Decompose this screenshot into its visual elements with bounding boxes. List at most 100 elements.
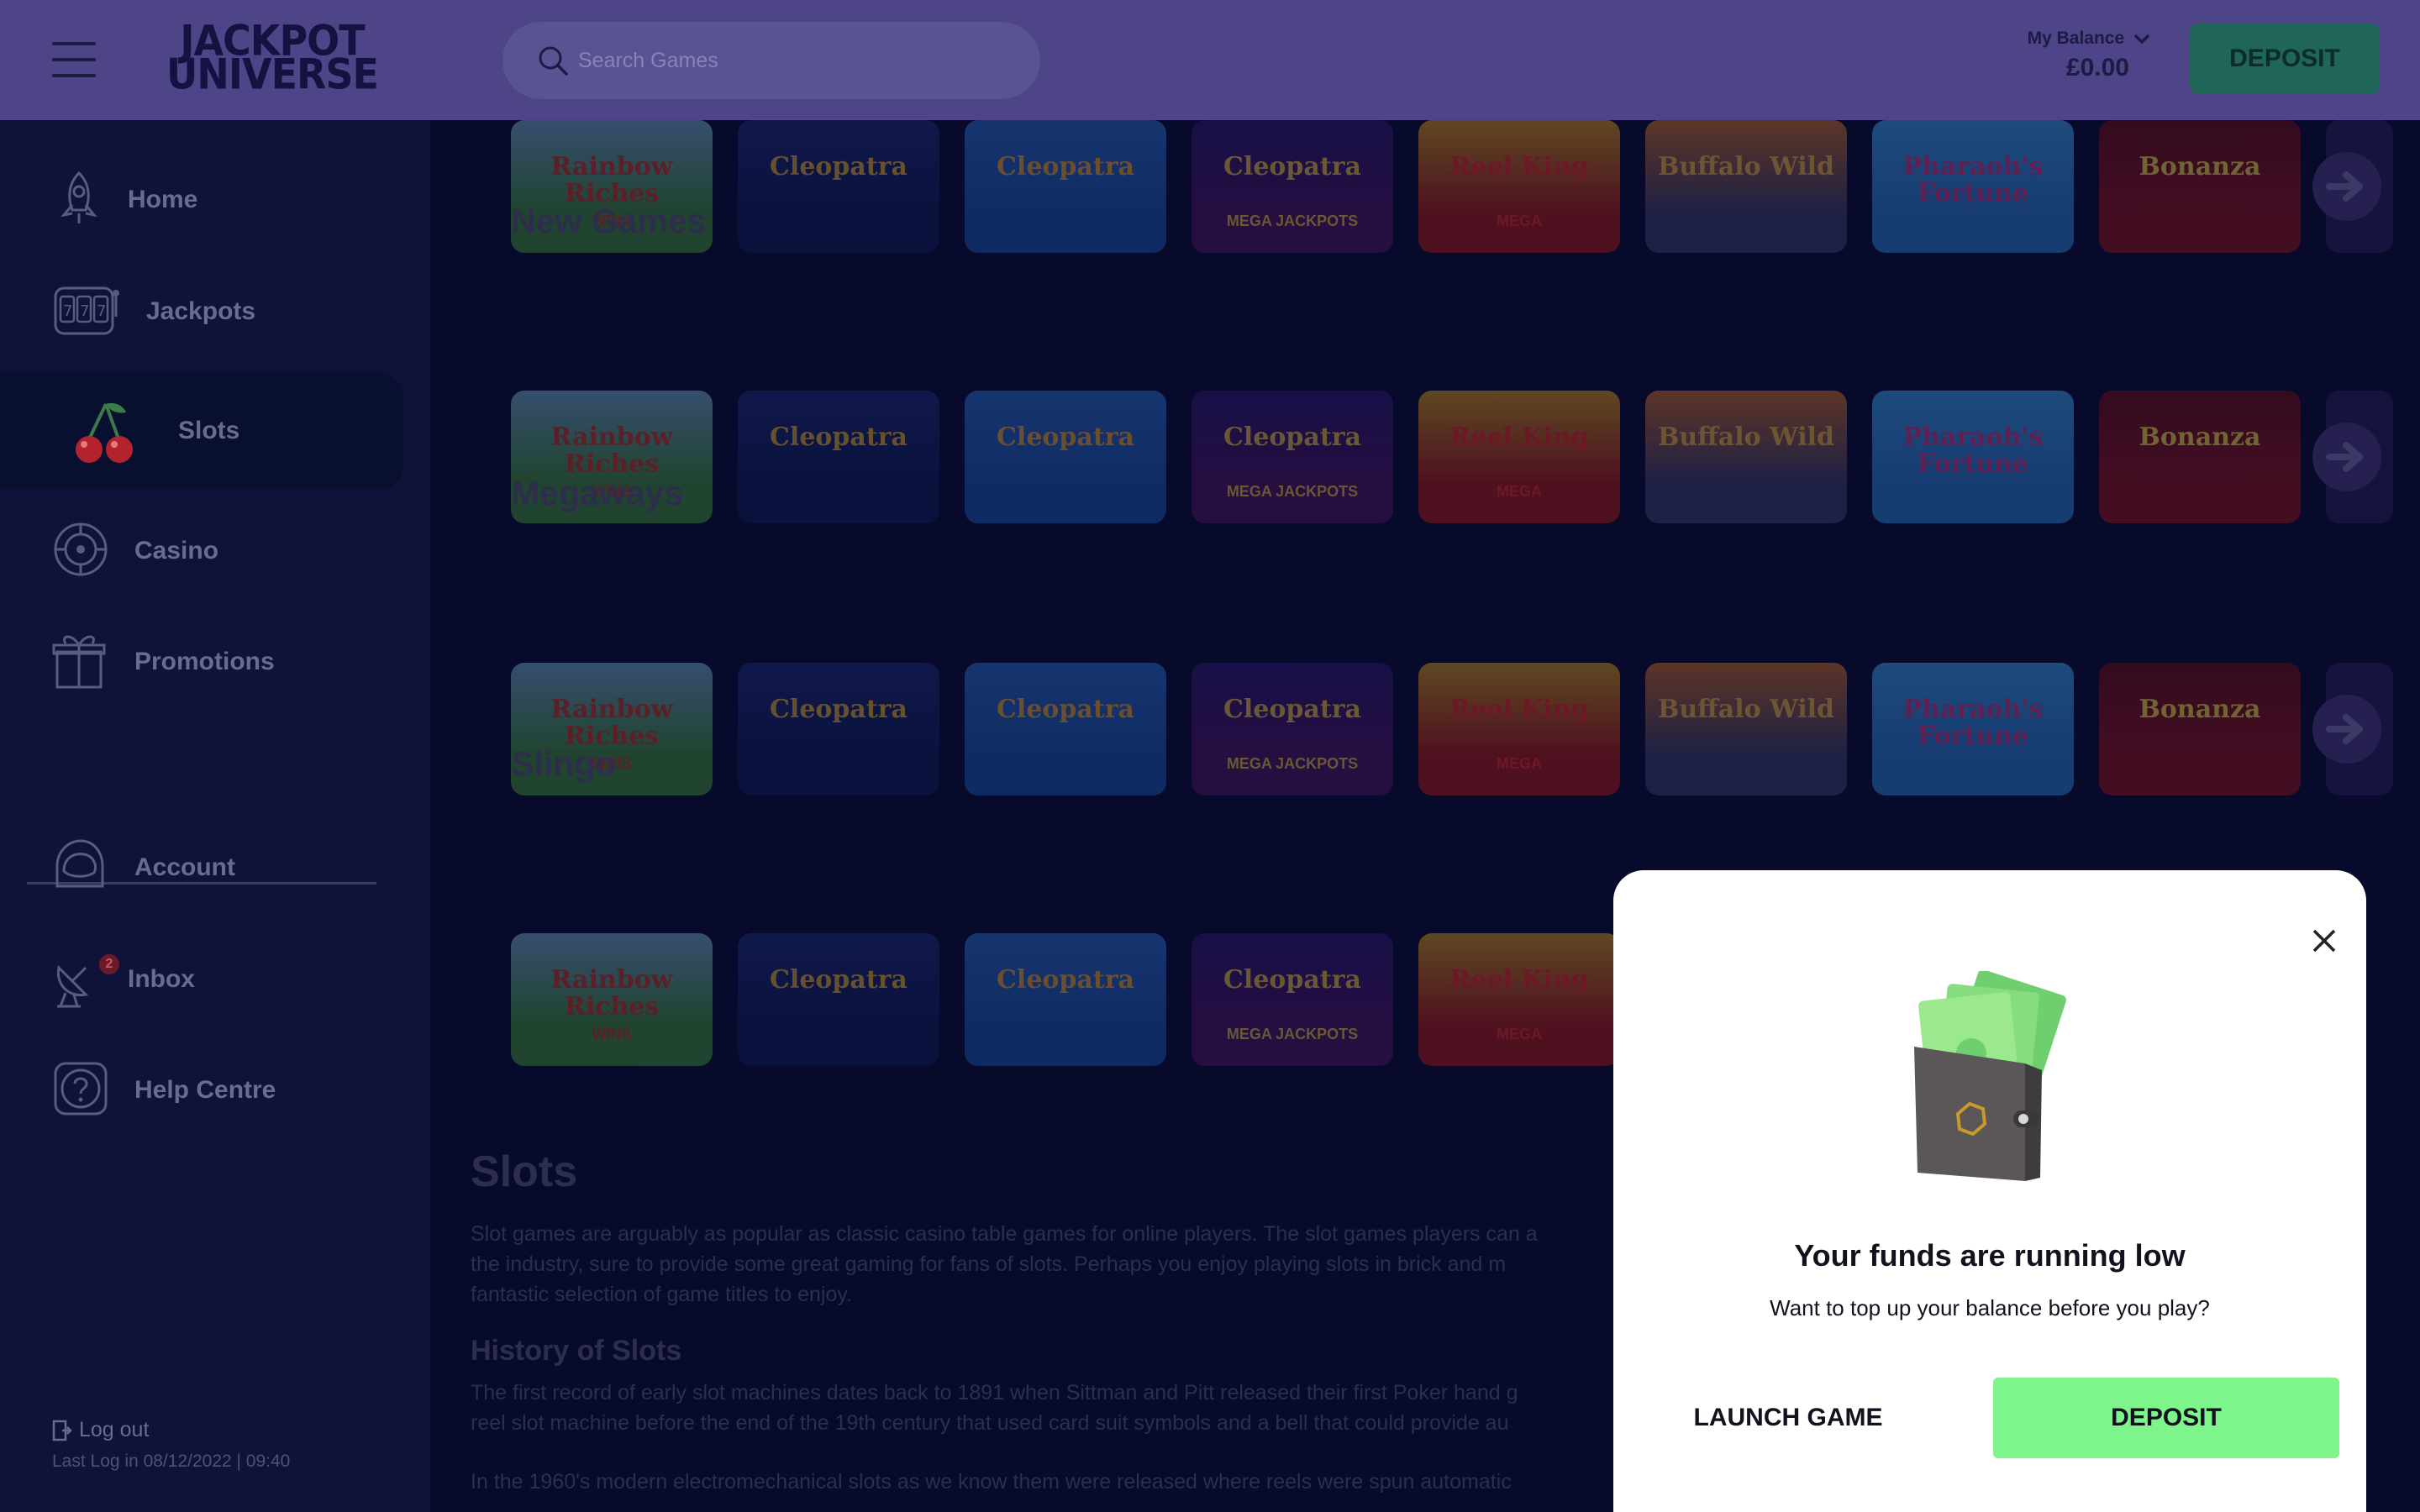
search-input[interactable] <box>578 48 1015 73</box>
game-title: Cleopatra <box>1223 695 1361 724</box>
game-tile[interactable]: Cleopatra <box>965 663 1166 795</box>
game-tile[interactable]: Cleopatra <box>965 391 1166 523</box>
sidebar-item-jackpots[interactable]: 777 Jackpots <box>0 253 403 370</box>
svg-text:7: 7 <box>80 302 89 320</box>
top-header: JACKPOT UNIVERSE My Balance £0.00 DEPOSI… <box>0 0 2420 120</box>
arrow-right-icon <box>2326 714 2363 744</box>
game-tile[interactable]: Cleopatra <box>738 120 939 253</box>
game-tile[interactable]: Pharaoh's Fortune <box>1872 391 2074 523</box>
game-tile[interactable]: Buffalo Wild <box>1645 391 1847 523</box>
game-title: Reel King <box>1449 423 1589 452</box>
game-tile[interactable]: Rainbow Riches WINS <box>511 933 713 1066</box>
game-title: Rainbow Riches <box>550 965 673 1021</box>
sidebar-item-label: Casino <box>134 537 219 564</box>
cherries-icon <box>76 402 133 463</box>
game-tile[interactable]: Reel King MEGA <box>1418 933 1620 1066</box>
game-subtitle: MEGA JACKPOTS <box>1226 213 1359 229</box>
game-subtitle: MEGA <box>1497 483 1542 500</box>
sidebar-item-help-centre[interactable]: Help Centre <box>0 1032 403 1149</box>
game-title: Cleopatra <box>997 965 1134 995</box>
game-title: Pharaoh's Fortune <box>1902 695 2044 751</box>
menu-icon[interactable] <box>52 42 96 77</box>
sidebar-item-home[interactable]: Home <box>0 141 403 259</box>
game-title: Buffalo Wild <box>1657 423 1834 452</box>
sidebar: Home 777 Jackpots Slots Casino Promotion… <box>0 120 430 1512</box>
game-tile[interactable]: Reel King MEGA <box>1418 120 1620 253</box>
rocket-icon <box>60 171 97 223</box>
carousel-next-button[interactable] <box>2312 695 2381 764</box>
game-tile[interactable]: Bonanza <box>2099 391 2301 523</box>
game-title: Pharaoh's Fortune <box>1902 152 2044 208</box>
game-subtitle: MEGA <box>1497 1026 1542 1042</box>
game-title: Cleopatra <box>997 152 1134 181</box>
carousel-next-button[interactable] <box>2312 423 2381 491</box>
game-tile[interactable]: Reel King MEGA <box>1418 391 1620 523</box>
game-tile[interactable]: Buffalo Wild <box>1645 120 1847 253</box>
search-icon <box>539 46 568 76</box>
logout-label: Log out <box>79 1418 150 1441</box>
game-tile[interactable]: Cleopatra MEGA JACKPOTS <box>1192 120 1393 253</box>
sidebar-item-casino[interactable]: Casino <box>0 492 403 610</box>
sidebar-item-label: Home <box>128 186 198 213</box>
sidebar-item-label: Slots <box>178 417 240 444</box>
sidebar-item-label: Inbox <box>128 965 195 993</box>
balance-label: My Balance <box>2027 29 2125 48</box>
game-tile[interactable]: Pharaoh's Fortune <box>1872 663 2074 795</box>
game-title: Cleopatra <box>1223 152 1361 181</box>
close-icon[interactable] <box>2307 924 2341 958</box>
arrow-right-icon <box>2326 442 2363 472</box>
section-title: Megaways <box>511 474 684 512</box>
chevron-down-icon <box>2133 34 2150 45</box>
sidebar-item-promotions[interactable]: Promotions <box>0 603 403 721</box>
balance-amount: £0.00 <box>2065 54 2129 81</box>
logo-line-2: UNIVERSE <box>166 49 379 99</box>
svg-text:7: 7 <box>63 302 72 320</box>
gift-icon <box>52 635 106 689</box>
logo[interactable]: JACKPOT UNIVERSE <box>146 19 398 99</box>
modal-subtitle: Want to top up your balance before you p… <box>1770 1295 2210 1320</box>
game-title: Cleopatra <box>770 152 908 181</box>
launch-game-button[interactable]: LAUNCH GAME <box>1647 1378 1929 1458</box>
game-tile[interactable]: Cleopatra MEGA JACKPOTS <box>1192 663 1393 795</box>
game-carousel: Rainbow Riches WINS Cleopatra Cleopatra Cleo… <box>511 391 2393 525</box>
game-tile[interactable]: Bonanza <box>2099 120 2301 253</box>
game-tile[interactable]: Cleopatra MEGA JACKPOTS <box>1192 391 1393 523</box>
sidebar-item-slots[interactable]: Slots <box>0 372 403 490</box>
game-subtitle: MEGA JACKPOTS <box>1226 483 1359 500</box>
game-carousel: Rainbow Riches WINS Cleopatra Cleopatra Cleo… <box>511 663 2393 797</box>
game-tile[interactable]: Pharaoh's Fortune <box>1872 120 2074 253</box>
game-title: Reel King <box>1449 965 1589 995</box>
game-title: Buffalo Wild <box>1657 152 1834 181</box>
game-tile[interactable]: Cleopatra <box>965 120 1166 253</box>
game-title: Rainbow Riches <box>550 695 673 751</box>
logout-link[interactable]: Log out <box>52 1418 149 1442</box>
game-subtitle: WINS <box>592 1026 632 1042</box>
modal-title: Your funds are running low <box>1794 1238 2186 1273</box>
game-tile[interactable]: Cleopatra <box>738 391 939 523</box>
game-tile[interactable]: Buffalo Wild <box>1645 663 1847 795</box>
balance-dropdown[interactable]: My Balance £0.00 <box>2000 29 2151 82</box>
game-title: Cleopatra <box>770 423 908 452</box>
sidebar-item-label: Account <box>134 853 235 881</box>
game-subtitle: MEGA <box>1497 213 1542 229</box>
header-deposit-button[interactable]: DEPOSIT <box>2190 24 2380 94</box>
search-bar[interactable] <box>502 22 1040 99</box>
game-tile[interactable]: Bonanza <box>2099 663 2301 795</box>
satellite-dish-icon <box>56 964 89 1008</box>
sidebar-item-inbox[interactable]: 2 Inbox <box>0 921 403 1038</box>
carousel-next-button[interactable] <box>2312 152 2381 221</box>
game-tile[interactable]: Cleopatra <box>738 933 939 1066</box>
game-title: Rainbow Riches <box>550 423 673 479</box>
game-tile[interactable]: Cleopatra MEGA JACKPOTS <box>1192 933 1393 1066</box>
sidebar-item-account[interactable]: Account <box>0 809 403 927</box>
game-tile[interactable]: Reel King MEGA <box>1418 663 1620 795</box>
game-subtitle: MEGA JACKPOTS <box>1226 755 1359 772</box>
arrow-right-icon <box>2326 171 2363 202</box>
modal-deposit-button[interactable]: DEPOSIT <box>1993 1378 2339 1458</box>
game-tile[interactable]: Cleopatra <box>965 933 1166 1066</box>
game-title: Bonanza <box>2139 152 2261 181</box>
game-carousel: Rainbow Riches WINS Cleopatra Cleopatra Cleo… <box>511 120 2393 255</box>
low-funds-modal: Your funds are running low Want to top u… <box>1613 870 2366 1512</box>
game-title: Reel King <box>1449 695 1589 724</box>
game-tile[interactable]: Cleopatra <box>738 663 939 795</box>
